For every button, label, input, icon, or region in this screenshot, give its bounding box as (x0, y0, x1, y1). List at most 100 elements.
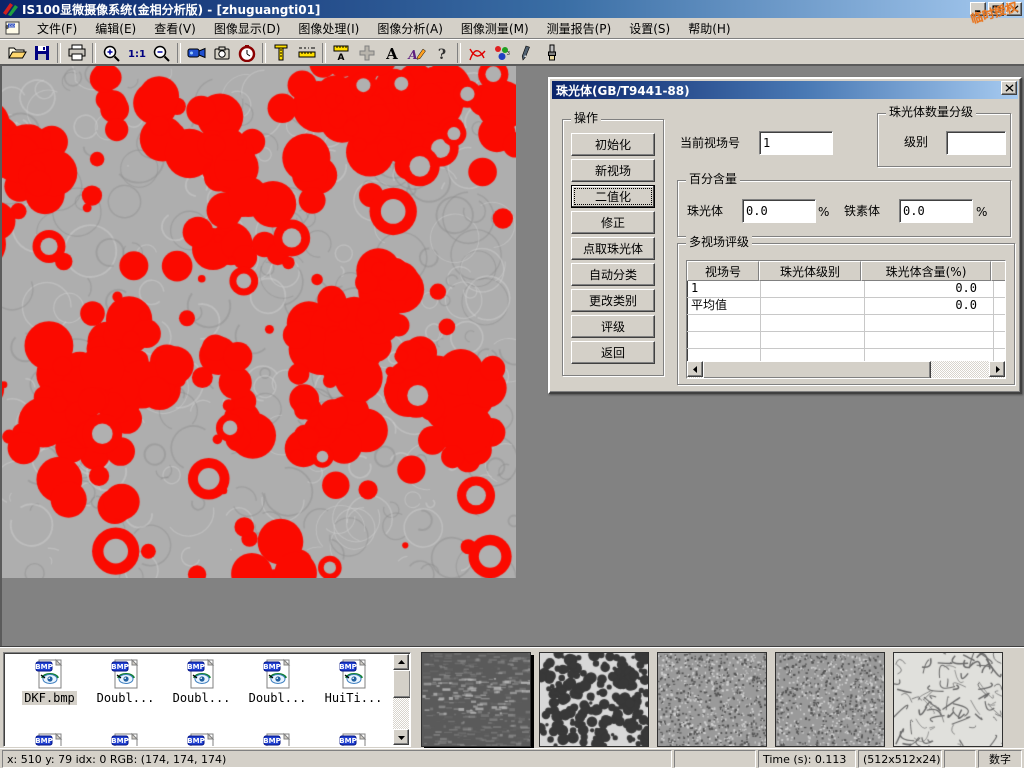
op-button-1[interactable]: 初始化 (571, 133, 655, 156)
file-item[interactable]: BMP (88, 732, 163, 747)
table-cell (994, 281, 1006, 297)
column-header[interactable]: 珠光体级别 (759, 261, 861, 281)
menu-item[interactable]: 图像处理(I) (289, 19, 368, 38)
menu-item[interactable]: 图像分析(A) (368, 19, 452, 38)
actual-size-icon[interactable]: 1:1 (124, 42, 149, 64)
image-thumbnail[interactable] (775, 652, 885, 747)
zoom-out-icon[interactable] (149, 42, 174, 64)
image-thumbnail[interactable] (893, 652, 1003, 747)
text-icon[interactable]: A (379, 42, 404, 64)
op-button-7[interactable]: 更改类别 (571, 289, 655, 312)
menu-bar: DOC 文件(F)编辑(E)查看(V)图像显示(D)图像处理(I)图像分析(A)… (0, 18, 1024, 39)
file-item[interactable]: BMP (12, 732, 87, 747)
grade-input[interactable] (946, 131, 1006, 155)
file-vscrollbar[interactable] (393, 654, 409, 745)
file-item[interactable]: BMPHuiTi... (316, 658, 391, 705)
table-hscrollbar[interactable] (687, 361, 1005, 378)
file-browser[interactable]: BMPDKF.bmpBMPDoubl...BMPDoubl...BMPDoubl… (3, 652, 411, 747)
table-row[interactable] (687, 315, 1005, 332)
file-item[interactable]: BMPDoubl... (240, 658, 315, 705)
multiview-table[interactable]: 视场号珠光体级别珠光体含量(%)铁素体含量(%) 10.0平均值0.0 (686, 260, 1006, 379)
file-item[interactable]: BMP (316, 732, 391, 747)
column-header[interactable]: 视场号 (687, 261, 759, 281)
op-button-4[interactable]: 修正 (571, 211, 655, 234)
multiview-group-label: 多视场评级 (686, 235, 752, 249)
vscroll-thumb[interactable] (393, 670, 411, 698)
pearlite-label: 珠光体 (687, 203, 723, 219)
image-thumbnail[interactable] (539, 652, 649, 747)
table-body: 10.0平均值0.0 (687, 281, 1005, 366)
op-button-3[interactable]: 二值化 (571, 185, 655, 208)
file-item[interactable]: BMP (164, 732, 239, 747)
ruler-icon[interactable] (294, 42, 319, 64)
menu-item[interactable]: 编辑(E) (86, 19, 145, 38)
svg-text:A: A (337, 53, 344, 62)
file-item[interactable]: BMPDoubl... (164, 658, 239, 705)
dialog-close-icon[interactable] (1001, 81, 1017, 95)
scroll-down-icon[interactable] (393, 729, 409, 745)
scroll-up-icon[interactable] (393, 654, 409, 670)
column-header[interactable]: 珠光体含量(%) (861, 261, 991, 281)
save-icon[interactable] (29, 42, 54, 64)
menu-item[interactable]: 查看(V) (145, 19, 205, 38)
close-icon[interactable] (1006, 2, 1022, 16)
zoom-in-icon[interactable] (99, 42, 124, 64)
menu-item[interactable]: 帮助(H) (679, 19, 739, 38)
menu-item[interactable]: 设置(S) (620, 19, 679, 38)
dialog-title-text: 珠光体(GB/T9441-88) (556, 82, 690, 99)
image-thumbnail[interactable] (421, 652, 531, 747)
image-thumbnail[interactable] (657, 652, 767, 747)
curve-icon[interactable] (464, 42, 489, 64)
menu-item[interactable]: 图像测量(M) (452, 19, 538, 38)
title-bar: IS100显微摄像系统(金相分析版) - [zhuguangti01] (0, 0, 1024, 18)
caliper-icon[interactable] (269, 42, 294, 64)
svg-text:A: A (385, 45, 398, 62)
brush-icon[interactable] (539, 42, 564, 64)
grid-icon[interactable] (354, 42, 379, 64)
snapshot-icon[interactable] (209, 42, 234, 64)
current-view-input[interactable] (759, 131, 833, 155)
pearlite-percent-input[interactable] (742, 199, 816, 223)
video-camera-icon[interactable] (184, 42, 209, 64)
timer-icon[interactable] (234, 42, 259, 64)
svg-text:BMP: BMP (111, 663, 128, 671)
op-button-5[interactable]: 点取珠光体 (571, 237, 655, 260)
scroll-right-icon[interactable] (989, 361, 1005, 377)
minimize-icon[interactable] (970, 2, 986, 16)
table-header: 视场号珠光体级别珠光体含量(%)铁素体含量(%) (687, 261, 1005, 281)
open-icon[interactable] (4, 42, 29, 64)
column-header[interactable]: 铁素体含量(%) (991, 261, 1006, 281)
menu-item[interactable]: 文件(F) (28, 19, 86, 38)
ferrite-percent-input[interactable] (899, 199, 973, 223)
table-cell (687, 332, 761, 348)
status-bar: x: 510 y: 79 idx: 0 RGB: (174, 174, 174)… (0, 748, 1024, 768)
table-cell: 0.0 (865, 281, 994, 297)
table-row[interactable]: 10.0 (687, 281, 1005, 298)
op-button-9[interactable]: 返回 (571, 341, 655, 364)
file-item[interactable]: BMPDKF.bmp (12, 658, 87, 705)
particles-icon[interactable]: 3 (489, 42, 514, 64)
op-button-2[interactable]: 新视场 (571, 159, 655, 182)
menu-item[interactable]: 图像显示(D) (205, 19, 290, 38)
table-cell: 平均值 (687, 298, 761, 314)
file-item[interactable]: BMP (240, 732, 315, 747)
table-row[interactable]: 平均值0.0 (687, 298, 1005, 315)
op-button-6[interactable]: 自动分类 (571, 263, 655, 286)
toolbar-separator (262, 43, 266, 63)
scroll-left-icon[interactable] (687, 361, 703, 377)
multiview-group: 多视场评级 视场号珠光体级别珠光体含量(%)铁素体含量(%) 10.0平均值0.… (677, 243, 1015, 385)
op-button-8[interactable]: 评级 (571, 315, 655, 338)
menu-item[interactable]: 测量报告(P) (538, 19, 621, 38)
micrograph-image[interactable] (2, 66, 516, 578)
grade-label: 级别 (904, 134, 928, 150)
file-item[interactable]: BMPDoubl... (88, 658, 163, 705)
pen-icon[interactable] (514, 42, 539, 64)
table-row[interactable] (687, 332, 1005, 349)
hscroll-thumb[interactable] (703, 361, 931, 379)
dialog-title-bar[interactable]: 珠光体(GB/T9441-88) (552, 81, 1018, 99)
print-icon[interactable] (64, 42, 89, 64)
help-icon[interactable]: ? (429, 42, 454, 64)
maximize-icon[interactable] (988, 2, 1004, 16)
measure-text-icon[interactable]: A (329, 42, 354, 64)
annotate-icon[interactable]: A (404, 42, 429, 64)
